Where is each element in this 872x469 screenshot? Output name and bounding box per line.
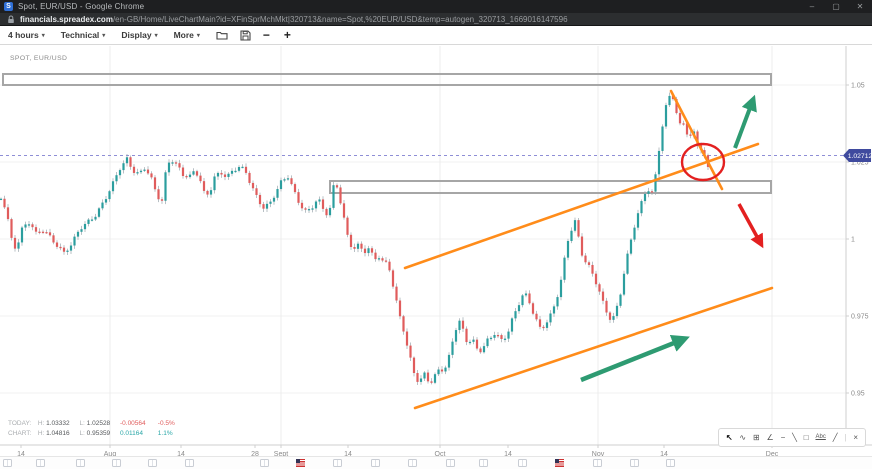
display-label: Display <box>121 30 151 40</box>
today-percent: -0.5% <box>158 419 175 429</box>
y-axis-label: 0.975 <box>851 313 869 320</box>
chevron-down-icon: ▾ <box>197 32 200 39</box>
today-change: -0.00564 <box>120 419 156 429</box>
supply-zone-box[interactable] <box>3 74 771 85</box>
folder-open-icon <box>216 30 228 40</box>
toolbar-separator: | <box>844 429 846 446</box>
url-text: financials.spreadex.com/en-GB/Home/LiveC… <box>20 15 568 24</box>
chart-region: 1.051.02510.9750.9514Aug1428Sept14Oct14N… <box>0 44 872 456</box>
taskbar-app-icon[interactable] <box>185 459 194 467</box>
chart-high: 1.04816 <box>46 429 70 439</box>
ray-tool-icon[interactable]: ╱ <box>833 429 838 446</box>
save-chart-button[interactable] <box>240 30 251 41</box>
supply-zone-box[interactable] <box>330 181 771 193</box>
rectangle-tool-icon[interactable]: □ <box>804 429 809 446</box>
technical-label: Technical <box>61 30 100 40</box>
technical-dropdown[interactable]: Technical ▾ <box>61 30 106 40</box>
maximize-button[interactable]: ▢ <box>824 0 848 13</box>
chart-percent: 1.1% <box>158 429 173 439</box>
drawing-toolbar: ↖ ∿ ⊞ ∠−╲ □ Abc ╱ | × <box>718 428 866 447</box>
chart-low: 0.95359 <box>87 429 111 439</box>
trend-line-tool-icon[interactable]: ╲ <box>792 429 797 446</box>
bearish-arrow[interactable] <box>739 204 761 244</box>
taskbar-app-icon[interactable] <box>479 459 488 467</box>
channel-lower-trendline[interactable] <box>415 288 772 408</box>
grid-tool-icon[interactable]: ⊞ <box>753 429 760 446</box>
taskbar-app-icon[interactable] <box>36 459 45 467</box>
zoom-out-button[interactable]: − <box>263 29 270 41</box>
taskbar-app-icon[interactable] <box>593 459 602 467</box>
save-floppy-icon <box>240 30 251 41</box>
window-title: Spot, EUR/USD - Google Chrome <box>18 2 144 11</box>
more-label: More <box>174 30 194 40</box>
last-price-badge-text: 1.02712 <box>848 153 872 160</box>
url-path: /en-GB/Home/LiveChartMain?id=XFinSprMchM… <box>113 15 568 24</box>
url-domain: financials.spreadex.com <box>20 15 113 24</box>
spreadex-favicon: S <box>4 2 13 11</box>
angle-trend-tool-icon[interactable]: ∠ <box>767 429 774 446</box>
y-axis-label: 0.95 <box>851 390 865 397</box>
close-button[interactable]: ✕ <box>848 0 872 13</box>
bullish-arrow-top[interactable] <box>735 100 753 148</box>
taskbar-app-icon[interactable] <box>260 459 269 467</box>
lock-icon <box>7 15 15 24</box>
taskbar-app-icon[interactable] <box>3 459 12 467</box>
taskbar-app-icon[interactable] <box>446 459 455 467</box>
chart-change: 0.01164 <box>120 429 156 439</box>
polyline-tool-icon[interactable]: ∿ <box>739 429 746 446</box>
symbol-label: SPOT, EUR/USD <box>10 55 67 62</box>
language-flag-icon[interactable] <box>555 459 564 467</box>
taskbar-app-icon[interactable] <box>333 459 342 467</box>
taskbar-app-icon[interactable] <box>630 459 639 467</box>
chevron-down-icon: ▾ <box>42 32 45 39</box>
taskbar-app-icon[interactable] <box>76 459 85 467</box>
today-low: 1.02528 <box>87 419 111 429</box>
taskbar-app-icon[interactable] <box>148 459 157 467</box>
timeframe-dropdown[interactable]: 4 hours ▾ <box>8 30 45 40</box>
window-titlebar: S Spot, EUR/USD - Google Chrome – ▢ ✕ <box>0 0 872 13</box>
chevron-down-icon: ▾ <box>102 32 105 39</box>
taskbar-app-icon[interactable] <box>408 459 417 467</box>
today-high: 1.03332 <box>46 419 70 429</box>
y-axis-label: 1.05 <box>851 82 865 89</box>
horizontal-line-tool-icon[interactable]: − <box>781 429 786 446</box>
url-bar[interactable]: financials.spreadex.com/en-GB/Home/LiveC… <box>0 13 872 26</box>
taskbar-app-icon[interactable] <box>371 459 380 467</box>
taskbar-app-icon[interactable] <box>518 459 527 467</box>
close-toolbar-icon[interactable]: × <box>853 429 858 446</box>
text-tool-icon[interactable]: Abc <box>816 429 826 446</box>
taskbar <box>0 456 872 469</box>
legend-label: TODAY: <box>8 419 36 429</box>
zoom-in-button[interactable]: + <box>284 29 291 41</box>
taskbar-app-icon[interactable] <box>666 459 675 467</box>
y-axis-label: 1 <box>851 236 855 243</box>
more-dropdown[interactable]: More ▾ <box>174 30 200 40</box>
ohlc-legend: TODAY: H: 1.03332 L: 1.02528 -0.00564 -0… <box>8 419 175 438</box>
timeframe-label: 4 hours <box>8 30 39 40</box>
chart-toolbar: 4 hours ▾ Technical ▾ Display ▾ More ▾ −… <box>0 26 872 44</box>
bullish-arrow-bottom[interactable] <box>581 339 684 380</box>
chevron-down-icon: ▾ <box>155 32 158 39</box>
language-flag-icon[interactable] <box>296 459 305 467</box>
open-chart-button[interactable] <box>216 30 228 40</box>
display-dropdown[interactable]: Display ▾ <box>121 30 157 40</box>
wedge-downtrend-line[interactable] <box>671 91 722 189</box>
legend-label: CHART: <box>8 429 36 439</box>
legend-row-chart: CHART: H: 1.04816 L: 0.95359 0.01164 1.1… <box>8 429 175 439</box>
taskbar-app-icon[interactable] <box>112 459 121 467</box>
cursor-tool-icon[interactable]: ↖ <box>726 429 733 446</box>
legend-row-today: TODAY: H: 1.03332 L: 1.02528 -0.00564 -0… <box>8 419 175 429</box>
minimize-button[interactable]: – <box>800 0 824 13</box>
price-chart-canvas[interactable]: 1.051.02510.9750.9514Aug1428Sept14Oct14N… <box>0 45 872 457</box>
